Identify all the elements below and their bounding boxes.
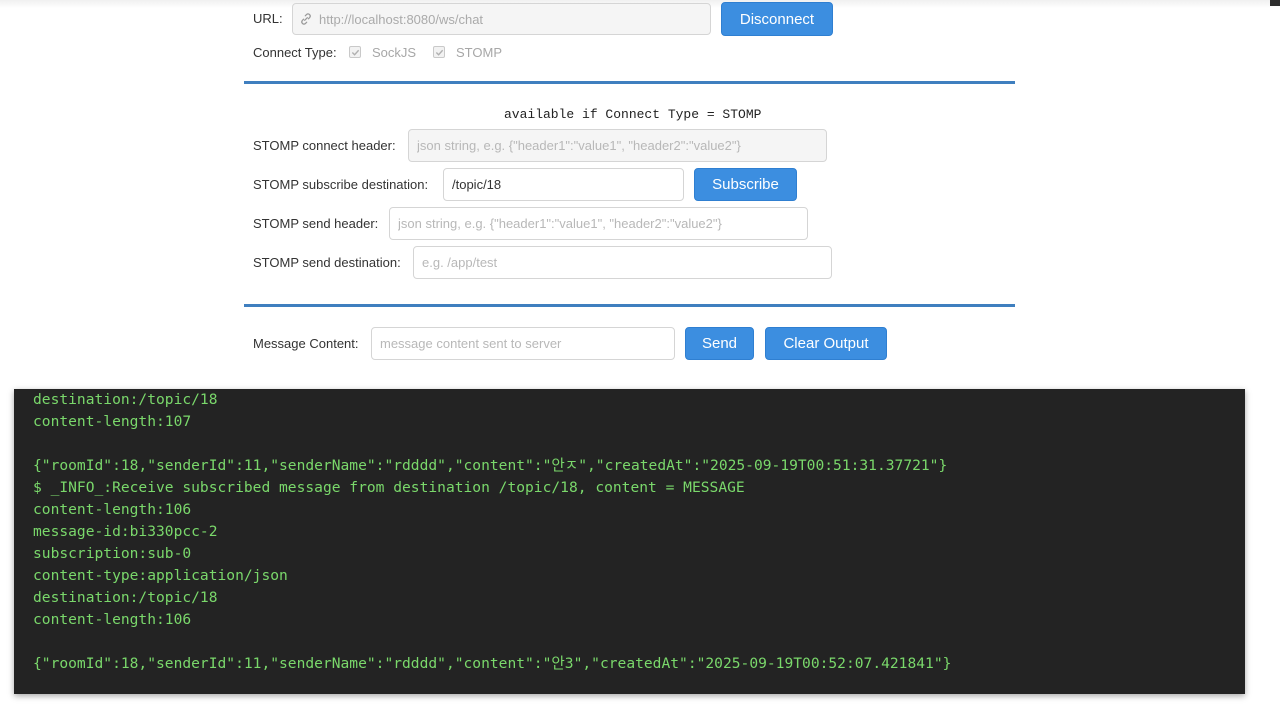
stomp-connect-header-label: STOMP connect header: (253, 138, 396, 154)
label-colon: : (279, 11, 283, 26)
stomp-send-header-label: STOMP send header: (253, 216, 378, 232)
connect-type-label: Connect Type: (253, 45, 337, 61)
stomp-availability-note: available if Connect Type = STOMP (504, 107, 762, 122)
label-colon: : (392, 138, 396, 153)
clear-output-button[interactable]: Clear Output (765, 327, 887, 360)
send-button[interactable]: Send (685, 327, 754, 360)
sockjs-checkbox[interactable] (349, 46, 361, 58)
console-line: {"roomId":18,"senderId":11,"senderName":… (33, 457, 948, 474)
disconnect-button[interactable]: Disconnect (721, 2, 833, 36)
stomp-send-header-label-text: STOMP send header (253, 216, 375, 231)
stomp-send-destination-label-text: STOMP send destination (253, 255, 398, 270)
message-content-input[interactable] (371, 327, 675, 360)
console-line: destination:/topic/18 (33, 391, 218, 408)
section-divider (244, 81, 1015, 84)
console-line: destination:/topic/18 (33, 589, 218, 606)
url-input[interactable] (292, 3, 711, 35)
stomp-send-destination-label: STOMP send destination: (253, 255, 401, 271)
subscribe-button[interactable]: Subscribe (694, 168, 797, 201)
checkmark-icon (351, 49, 360, 56)
sockjs-label: SockJS (372, 45, 417, 60)
stomp-send-header-input[interactable] (389, 207, 808, 240)
section-divider (244, 304, 1015, 307)
message-content-label: Message Content: (253, 336, 359, 352)
console-line: subscription:sub-0 (33, 545, 192, 562)
label-colon: : (354, 336, 359, 351)
console-line: $ _INFO_:Receive subscribed message from… (33, 479, 745, 496)
console-line: content-type:application/json (33, 567, 288, 584)
label-colon: : (397, 255, 401, 270)
output-console[interactable]: destination:/topic/18 content-length:107… (14, 389, 1245, 694)
window-corner (1270, 0, 1280, 6)
connect-type-label-text: Connect Type (253, 45, 333, 60)
stomp-checkbox[interactable] (433, 46, 445, 58)
label-colon: : (424, 177, 429, 192)
url-label: URL: (253, 11, 283, 27)
label-colon: : (332, 45, 337, 60)
console-line: content-length:106 (33, 611, 192, 628)
stomp-send-destination-input[interactable] (413, 246, 832, 279)
console-line: content-length:106 (33, 501, 192, 518)
console-line: {"roomId":18,"senderId":11,"senderName":… (33, 655, 952, 672)
url-label-text: URL (253, 11, 280, 26)
console-line: message-id:bi330pcc-2 (33, 523, 218, 540)
stomp-subscribe-destination-label: STOMP subscribe destination: (253, 177, 428, 193)
stomp-connect-header-input[interactable] (408, 129, 827, 162)
console-line: content-length:107 (33, 413, 192, 430)
stomp-label: STOMP (456, 45, 502, 60)
message-content-label-text: Message Content (253, 336, 355, 351)
checkmark-icon (435, 49, 444, 56)
label-colon: : (374, 216, 379, 231)
stomp-subscribe-destination-input[interactable] (443, 168, 684, 201)
stomp-subscribe-destination-label-text: STOMP subscribe destination (253, 177, 425, 192)
link-icon (301, 13, 311, 25)
stomp-connect-header-label-text: STOMP connect header (253, 138, 392, 153)
